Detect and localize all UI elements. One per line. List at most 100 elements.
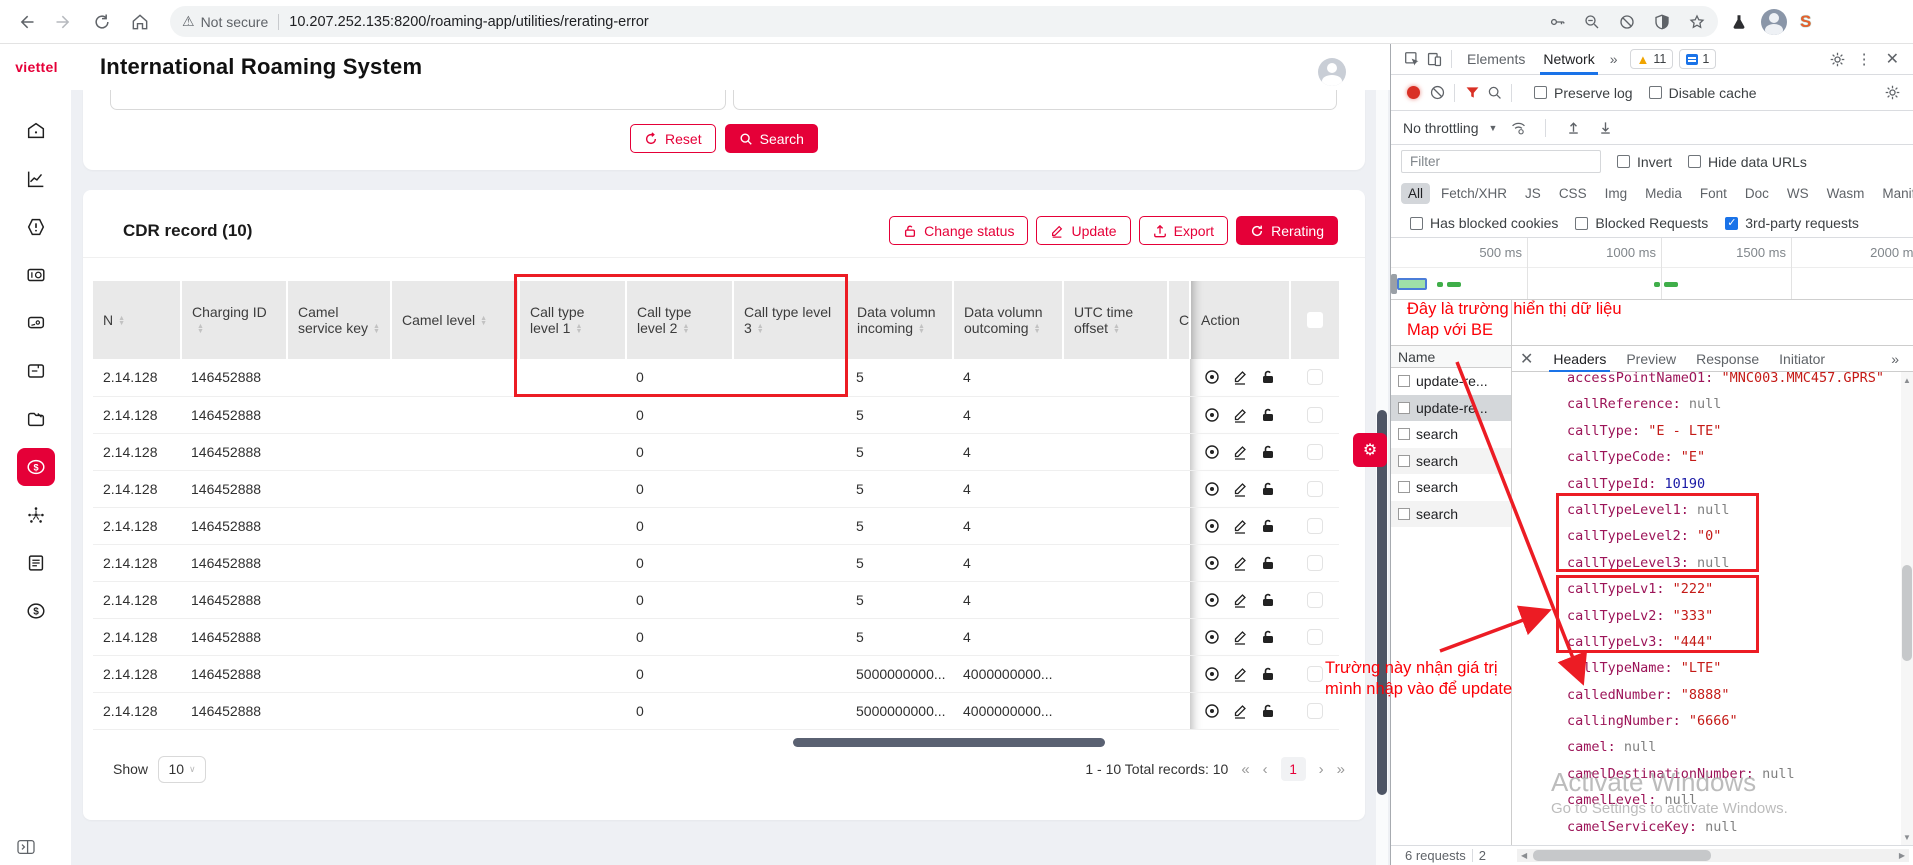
- sort-icon[interactable]: ▲▼: [480, 316, 487, 326]
- view-eye-icon[interactable]: [1204, 481, 1220, 497]
- detail-scrollbar-track[interactable]: ▲ ▼: [1901, 372, 1913, 845]
- issues-badge[interactable]: 1: [1679, 49, 1716, 69]
- sidebar-item-gear-box-icon[interactable]: [17, 256, 55, 294]
- search-button[interactable]: Search: [725, 124, 818, 153]
- column-header-camel_service_key[interactable]: Camel service key▲▼: [287, 281, 391, 359]
- request-checkbox[interactable]: [1398, 375, 1410, 387]
- lock-status-icon[interactable]: [1260, 481, 1276, 497]
- record-network-log-icon[interactable]: [1407, 86, 1420, 99]
- warnings-badge[interactable]: ▲11: [1630, 49, 1674, 69]
- sidebar-item-document-icon[interactable]: [17, 544, 55, 582]
- forward-icon[interactable]: [52, 10, 76, 34]
- row-checkbox[interactable]: [1307, 481, 1323, 497]
- reset-button[interactable]: Reset: [630, 124, 716, 153]
- page-scrollbar-thumb[interactable]: [1377, 410, 1387, 795]
- update-button[interactable]: Update: [1036, 216, 1130, 245]
- lock-status-icon[interactable]: [1260, 444, 1276, 460]
- filter-chip-js[interactable]: JS: [1518, 183, 1548, 204]
- tab-preview[interactable]: Preview: [1616, 345, 1686, 372]
- request-row-update-re-[interactable]: update-re...: [1391, 395, 1511, 422]
- settings-fab-gear-icon[interactable]: ⚙: [1353, 433, 1387, 467]
- change-status-button[interactable]: Change status: [889, 216, 1028, 245]
- export-button[interactable]: Export: [1139, 216, 1228, 245]
- request-checkbox[interactable]: [1398, 402, 1410, 414]
- prev-page-button[interactable]: ‹: [1263, 761, 1268, 778]
- view-eye-icon[interactable]: [1204, 592, 1220, 608]
- column-header-utc[interactable]: UTC time offset▲▼: [1063, 281, 1168, 359]
- edit-pencil-icon[interactable]: [1232, 629, 1248, 645]
- import-har-icon[interactable]: [1562, 118, 1584, 138]
- sort-icon[interactable]: ▲▼: [1113, 324, 1120, 334]
- invert-checkbox[interactable]: Invert: [1617, 154, 1672, 170]
- column-header-data_out[interactable]: Data volumn outcoming▲▼: [953, 281, 1063, 359]
- column-header-n[interactable]: N▲▼: [93, 281, 181, 359]
- request-row-search[interactable]: search: [1391, 501, 1511, 528]
- view-eye-icon[interactable]: [1204, 629, 1220, 645]
- edit-pencil-icon[interactable]: [1232, 666, 1248, 682]
- filter-funnel-icon[interactable]: [1461, 83, 1483, 103]
- column-header-camel_level[interactable]: Camel level▲▼: [391, 281, 519, 359]
- lock-status-icon[interactable]: [1260, 592, 1276, 608]
- sidebar-item-id-card-icon[interactable]: [17, 352, 55, 390]
- detail-horizontal-scrollbar[interactable]: ◀ ▶: [1517, 849, 1909, 862]
- lock-status-icon[interactable]: [1260, 629, 1276, 645]
- request-row-search[interactable]: search: [1391, 474, 1511, 501]
- sidebar-item-line-chart-icon[interactable]: [17, 160, 55, 198]
- sidebar-item-alert-hexagon-icon[interactable]: [17, 208, 55, 246]
- disable-cache-checkbox[interactable]: Disable cache: [1649, 85, 1757, 101]
- extension-s-icon[interactable]: S: [1800, 12, 1811, 32]
- first-page-button[interactable]: «: [1241, 761, 1249, 778]
- sidebar-item-dollar-coin-icon[interactable]: $: [17, 592, 55, 630]
- blocked-requests-checkbox[interactable]: Blocked Requests: [1575, 215, 1708, 231]
- lock-status-icon[interactable]: [1260, 369, 1276, 385]
- edit-pencil-icon[interactable]: [1232, 369, 1248, 385]
- filter-chip-img[interactable]: Img: [1598, 183, 1635, 204]
- clear-network-log-icon[interactable]: [1426, 83, 1448, 103]
- lock-status-icon[interactable]: [1260, 703, 1276, 719]
- sidebar-collapse-icon[interactable]: [16, 839, 38, 857]
- select-all-checkbox[interactable]: [1307, 312, 1323, 328]
- table-horizontal-scrollbar[interactable]: [793, 738, 1105, 747]
- sidebar-item-home-icon[interactable]: [17, 112, 55, 150]
- filter-chip-wasm[interactable]: Wasm: [1820, 183, 1872, 204]
- filter-chip-all[interactable]: All: [1401, 183, 1430, 204]
- request-checkbox[interactable]: [1398, 428, 1410, 440]
- more-tabs-icon[interactable]: »: [1604, 51, 1624, 67]
- network-filter-input[interactable]: [1401, 150, 1601, 173]
- sort-icon[interactable]: ▲▼: [575, 324, 582, 334]
- column-header-ct3[interactable]: Call type level 3▲▼: [733, 281, 846, 359]
- sort-icon[interactable]: ▲▼: [118, 316, 125, 326]
- rerating-button[interactable]: Rerating: [1236, 216, 1338, 245]
- request-name-column-header[interactable]: Name: [1391, 345, 1511, 368]
- lock-status-icon[interactable]: [1260, 407, 1276, 423]
- page-size-select[interactable]: 10 ∨: [158, 756, 206, 783]
- filter-chip-ws[interactable]: WS: [1780, 183, 1816, 204]
- column-header-ct2[interactable]: Call type level 2▲▼: [626, 281, 733, 359]
- view-eye-icon[interactable]: [1204, 407, 1220, 423]
- scroll-right-icon[interactable]: ▶: [1895, 851, 1909, 860]
- sidebar-item-dollar-badge-icon[interactable]: $: [17, 448, 55, 486]
- view-eye-icon[interactable]: [1204, 555, 1220, 571]
- throttling-select[interactable]: No throttling▼: [1403, 120, 1497, 136]
- tab-headers[interactable]: Headers: [1543, 345, 1616, 372]
- edit-pencil-icon[interactable]: [1232, 518, 1248, 534]
- sort-icon[interactable]: ▲▼: [757, 324, 764, 334]
- edit-pencil-icon[interactable]: [1232, 555, 1248, 571]
- network-overview-timeline[interactable]: 500 ms1000 ms1500 ms2000 ms: [1391, 238, 1913, 300]
- row-checkbox[interactable]: [1307, 407, 1323, 423]
- scroll-left-icon[interactable]: ◀: [1517, 851, 1531, 860]
- tab-elements[interactable]: Elements: [1458, 44, 1534, 75]
- request-row-update-re-[interactable]: update-re...: [1391, 368, 1511, 395]
- tab-response[interactable]: Response: [1686, 345, 1769, 372]
- search-input-field-2[interactable]: [733, 90, 1337, 110]
- filter-chip-media[interactable]: Media: [1638, 183, 1689, 204]
- devtools-menu-icon[interactable]: ⋮: [1853, 50, 1876, 68]
- bookmark-star-icon[interactable]: [1688, 13, 1706, 31]
- request-checkbox[interactable]: [1398, 481, 1410, 493]
- row-checkbox[interactable]: [1307, 555, 1323, 571]
- row-checkbox[interactable]: [1307, 592, 1323, 608]
- network-settings-gear-icon[interactable]: [1881, 83, 1903, 103]
- request-checkbox[interactable]: [1398, 455, 1410, 467]
- sort-icon[interactable]: ▲▼: [373, 324, 380, 334]
- sort-icon[interactable]: ▲▼: [1034, 324, 1041, 334]
